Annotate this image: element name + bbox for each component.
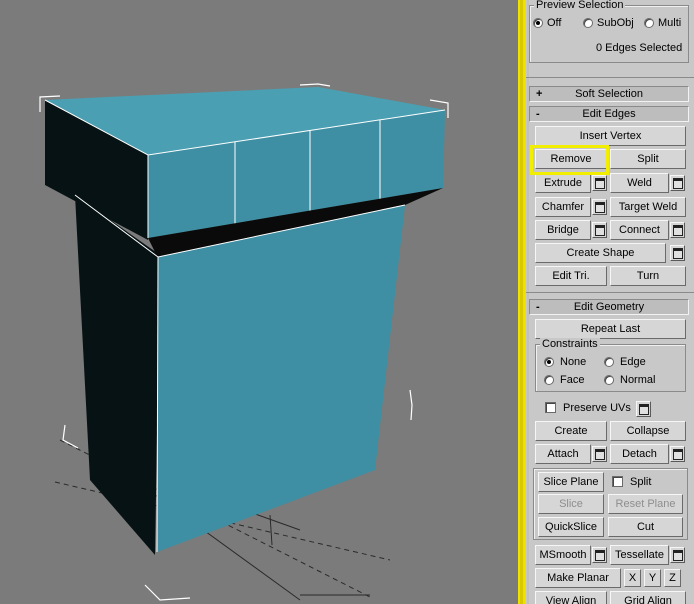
preview-subobj-radio[interactable] [583, 18, 593, 28]
edit-geometry-rollout[interactable]: - Edit Geometry [529, 299, 689, 315]
soft-selection-rollout[interactable]: + Soft Selection [529, 86, 689, 102]
detach-settings-icon[interactable] [670, 446, 685, 462]
split-checkbox[interactable] [612, 476, 623, 487]
attach-settings-icon[interactable] [592, 446, 607, 462]
view-align-button[interactable]: View Align [535, 591, 607, 604]
separator [526, 77, 694, 78]
planar-y-button[interactable]: Y [644, 569, 661, 587]
preserve-uvs-label: Preserve UVs [563, 402, 631, 414]
create-button[interactable]: Create [535, 421, 607, 441]
grid-align-button[interactable]: Grid Align [610, 591, 686, 604]
constraint-normal-label: Normal [620, 374, 656, 386]
connect-settings-icon[interactable] [670, 222, 685, 238]
collapse-button[interactable]: Collapse [610, 421, 686, 441]
constraint-face-radio[interactable] [544, 375, 554, 385]
constraint-none-radio[interactable] [544, 357, 554, 367]
connect-button[interactable]: Connect [610, 220, 669, 240]
edit-edges-rollout[interactable]: - Edit Edges [529, 106, 689, 122]
quickslice-button[interactable]: QuickSlice [538, 517, 604, 537]
preview-multi-radio[interactable] [644, 18, 654, 28]
perspective-viewport[interactable] [0, 0, 518, 604]
constraint-none-label: None [560, 356, 587, 368]
rollout-title: Edit Geometry [573, 301, 645, 313]
reset-plane-button[interactable]: Reset Plane [608, 494, 683, 514]
bridge-settings-icon[interactable] [592, 222, 607, 238]
extrude-settings-icon[interactable] [592, 175, 607, 191]
weld-settings-icon[interactable] [670, 175, 685, 191]
preview-off-label: Off [547, 17, 562, 29]
preview-off-radio[interactable] [533, 18, 543, 28]
constraints-title: Constraints [540, 338, 600, 350]
make-planar-button[interactable]: Make Planar [535, 568, 621, 588]
attach-button[interactable]: Attach [535, 444, 591, 464]
planar-z-button[interactable]: Z [664, 569, 681, 587]
slice-button[interactable]: Slice [538, 494, 604, 514]
constraint-edge-label: Edge [620, 356, 646, 368]
turn-button[interactable]: Turn [610, 266, 686, 286]
preserve-uvs-checkbox[interactable] [545, 402, 556, 413]
tessellate-button[interactable]: Tessellate [610, 545, 669, 565]
target-weld-button[interactable]: Target Weld [610, 197, 686, 217]
edit-tri-button[interactable]: Edit Tri. [535, 266, 607, 286]
split-edge-button[interactable]: Split [610, 149, 686, 169]
split-label: Split [630, 476, 652, 488]
preview-subobj-label: SubObj [597, 17, 634, 29]
chamfer-settings-icon[interactable] [592, 199, 607, 215]
rollout-title: Soft Selection [575, 88, 643, 100]
mesh-scene[interactable] [0, 0, 518, 604]
constraint-normal-radio[interactable] [604, 375, 614, 385]
preview-selection-group [529, 5, 689, 63]
preview-selection-title: Preview Selection [534, 0, 626, 11]
detach-button[interactable]: Detach [610, 444, 669, 464]
msmooth-button[interactable]: MSmooth [535, 545, 591, 565]
body-front-face [157, 205, 405, 552]
planar-x-button[interactable]: X [624, 569, 641, 587]
create-shape-button[interactable]: Create Shape [535, 243, 666, 263]
chamfer-button[interactable]: Chamfer [535, 197, 591, 217]
create-shape-settings-icon[interactable] [670, 245, 685, 261]
constraint-face-label: Face [560, 374, 585, 386]
constraints-group [535, 344, 686, 392]
cut-button[interactable]: Cut [608, 517, 683, 537]
tessellate-settings-icon[interactable] [670, 547, 685, 563]
weld-button[interactable]: Weld [610, 173, 669, 193]
bridge-button[interactable]: Bridge [535, 220, 591, 240]
slice-plane-button[interactable]: Slice Plane [538, 472, 604, 492]
msmooth-settings-icon[interactable] [592, 547, 607, 563]
constraint-edge-radio[interactable] [604, 357, 614, 367]
command-panel: Preview Selection Off SubObj Multi 0 Edg… [526, 0, 694, 604]
insert-vertex-button[interactable]: Insert Vertex [535, 126, 686, 146]
preserve-uvs-settings-icon[interactable] [636, 401, 651, 417]
selection-status-text: 0 Edges Selected [596, 42, 683, 54]
remove-button-highlight [530, 145, 609, 175]
repeat-last-button[interactable]: Repeat Last [535, 319, 686, 339]
viewport-divider[interactable] [518, 0, 526, 604]
rollout-title: Edit Edges [582, 108, 636, 120]
separator [526, 292, 694, 293]
preview-multi-label: Multi [658, 17, 682, 29]
extrude-button[interactable]: Extrude [535, 173, 591, 193]
